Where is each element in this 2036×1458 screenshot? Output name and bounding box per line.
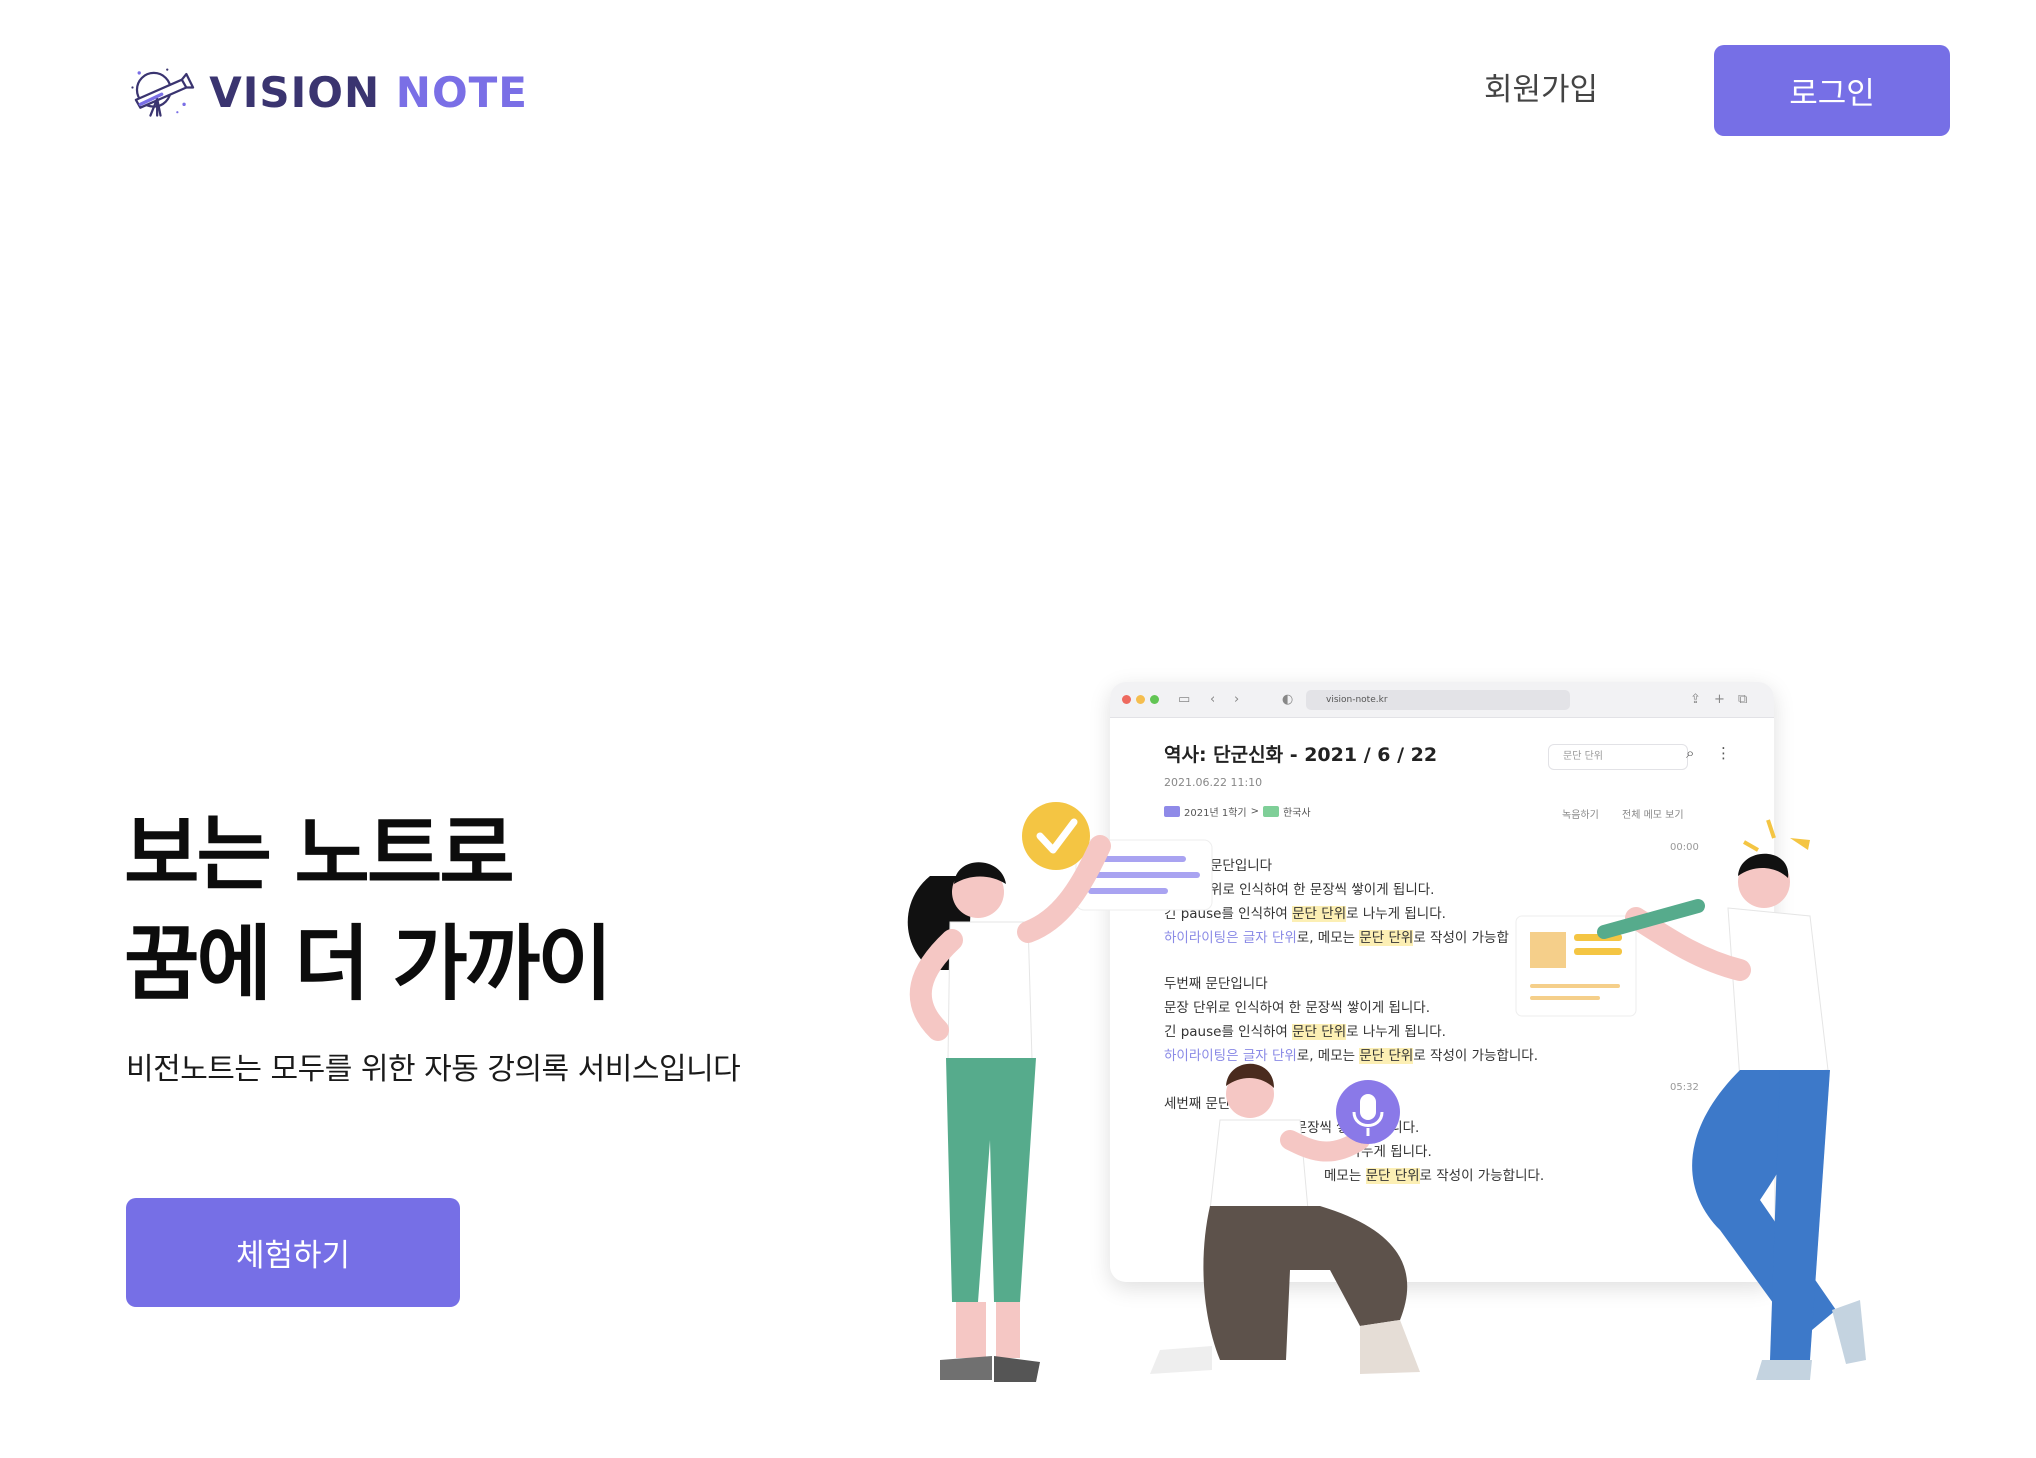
logo-word-vision: VISION xyxy=(209,67,381,117)
woman-figure xyxy=(907,835,1111,1382)
logo[interactable]: VISION NOTE xyxy=(128,44,528,140)
hero-headline: 보는 노트로 꿈에 더 가까이 xyxy=(124,800,613,1020)
checkmark-icon xyxy=(1022,802,1090,870)
telescope-icon xyxy=(131,68,195,117)
try-it-button[interactable]: 체험하기 xyxy=(126,1198,460,1307)
logo-wordmark: VISION NOTE xyxy=(209,68,528,117)
hero-subline: 비전노트는 모두를 위한 자동 강의록 서비스입니다 xyxy=(126,1052,741,1087)
people-illustration xyxy=(907,802,1866,1382)
login-button[interactable]: 로그인 xyxy=(1714,45,1950,136)
signup-link[interactable]: 회원가입 xyxy=(1484,62,1598,118)
man-figure-right xyxy=(1597,819,1866,1380)
logo-word-note: NOTE xyxy=(395,67,528,117)
microphone-icon xyxy=(1336,1080,1400,1144)
hero-headline-line1: 보는 노트로 xyxy=(124,807,515,902)
hero-headline-line2: 꿈에 더 가까이 xyxy=(124,917,613,1012)
hero-illustration: ▭ ‹ › ◐ vision-note.kr ⇪ + ⧉ 역사: 단군신화 - … xyxy=(860,670,1940,1390)
